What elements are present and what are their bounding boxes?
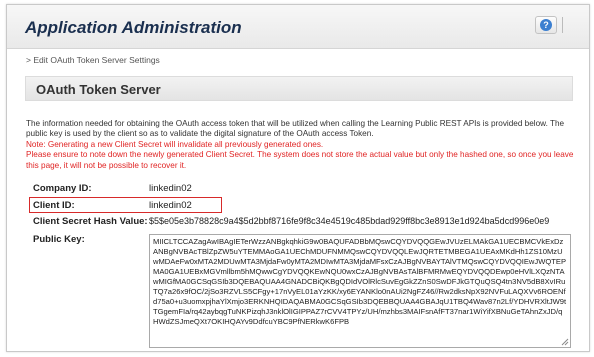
description-info: The information needed for obtaining the… (26, 119, 565, 139)
company-id-label: Company ID: (33, 183, 92, 194)
public-key-label: Public Key: (33, 234, 85, 245)
client-id-value: linkedin02 (149, 200, 192, 211)
section-header: OAuth Token Server (25, 76, 573, 101)
question-circle-icon: ? (540, 19, 552, 31)
description-note: Note: Generating a new Client Secret wil… (26, 139, 324, 149)
admin-window: Application Administration ? > Edit OAut… (6, 4, 590, 352)
public-key-textarea[interactable]: MIICLTCCAZagAwIBAgIETerWzzANBgkqhkiG9w0B… (149, 234, 571, 348)
header-divider (562, 17, 563, 33)
client-secret-hash-value: $5$e05e3b78828c9a4$5d2bbf8716fe9f8c34e45… (149, 216, 550, 226)
section-title: OAuth Token Server (36, 82, 161, 97)
client-id-label: Client ID: (33, 200, 75, 211)
resize-grip-icon[interactable] (560, 337, 569, 346)
help-button[interactable]: ? (535, 16, 557, 34)
description-warning: Please ensure to note down the newly gen… (26, 150, 574, 170)
company-id-value: linkedin02 (149, 183, 192, 194)
page-header: Application Administration ? (7, 5, 589, 49)
client-secret-hash-label: Client Secret Hash Value: (33, 216, 148, 227)
description-block: The information needed for obtaining the… (26, 119, 576, 171)
breadcrumb[interactable]: > Edit OAuth Token Server Settings (26, 55, 160, 65)
page-title: Application Administration (25, 18, 242, 37)
